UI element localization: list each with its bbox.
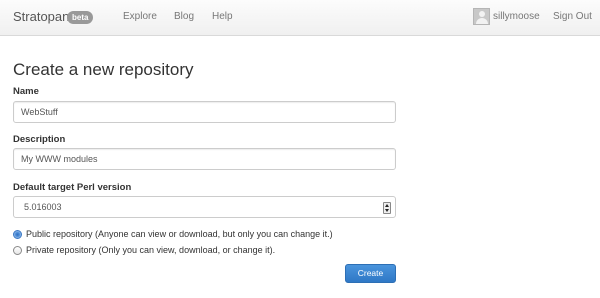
sign-out-link[interactable]: Sign Out — [553, 11, 592, 22]
create-button[interactable]: Create — [345, 264, 396, 283]
brand-logo[interactable]: Stratopan — [13, 9, 69, 24]
select-arrows-icon — [383, 202, 391, 214]
beta-badge: beta — [67, 11, 94, 24]
name-label: Name — [13, 86, 39, 97]
perl-version-value: 5.016003 — [24, 202, 62, 212]
username-link[interactable]: sillymoose — [493, 11, 540, 22]
perl-version-label: Default target Perl version — [13, 182, 132, 193]
nav-blog[interactable]: Blog — [174, 11, 194, 22]
name-input[interactable] — [13, 101, 396, 123]
nav-help[interactable]: Help — [212, 11, 233, 22]
avatar-body-shape — [476, 18, 488, 24]
avatar-head-shape — [479, 11, 485, 17]
description-label: Description — [13, 134, 66, 145]
page-title: Create a new repository — [13, 60, 194, 79]
nav-explore[interactable]: Explore — [123, 11, 157, 22]
private-radio-label: Private repository (Only you can view, d… — [26, 245, 276, 255]
public-radio-label: Public repository (Anyone can view or do… — [26, 229, 333, 239]
user-avatar-icon[interactable] — [473, 8, 490, 25]
description-input[interactable] — [13, 148, 396, 170]
private-radio-button[interactable] — [13, 246, 22, 255]
public-radio-button[interactable] — [13, 230, 22, 239]
perl-version-select[interactable]: 5.016003 — [13, 196, 396, 218]
top-navbar: Stratopan beta Explore Blog Help sillymo… — [0, 0, 600, 36]
